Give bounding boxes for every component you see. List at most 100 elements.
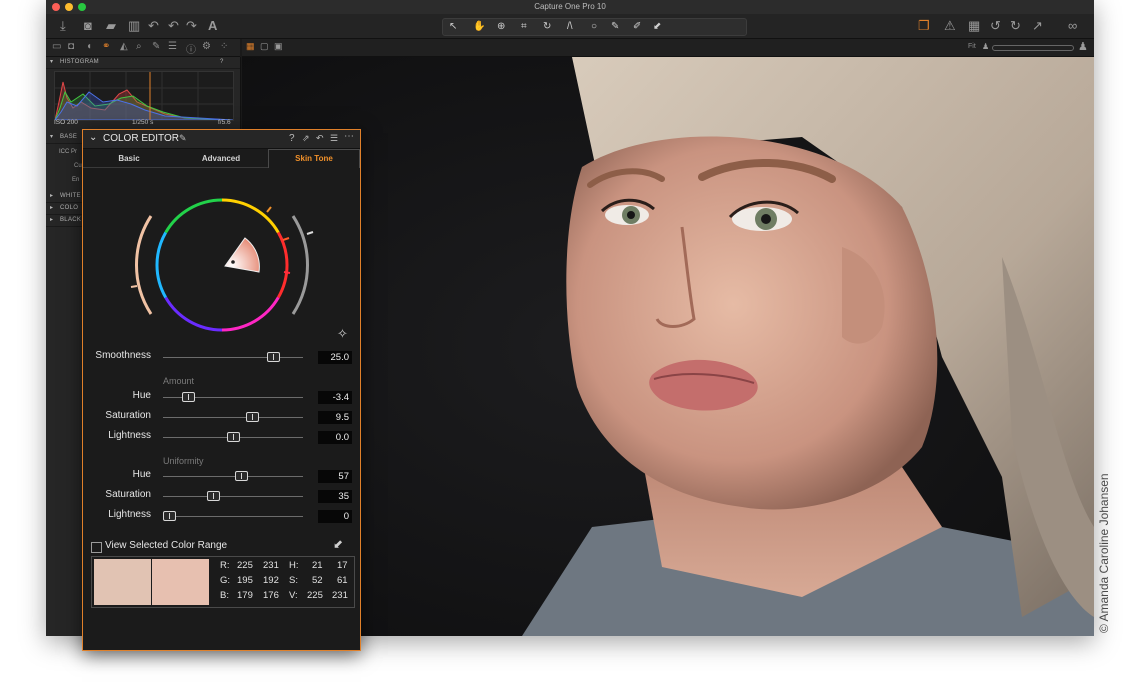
amount-lightness-value[interactable]: 0.0 bbox=[318, 431, 352, 444]
range-picker-icon[interactable]: ⬋ bbox=[333, 537, 343, 551]
undo-icon[interactable]: ↶ bbox=[148, 18, 159, 34]
local-adj-tab-icon[interactable]: ✎ bbox=[152, 41, 160, 52]
amount-saturation-slider[interactable] bbox=[245, 412, 259, 422]
copy-icon[interactable]: ⇗ bbox=[302, 133, 310, 144]
main-toolbar: ⤓ ◙ ▰ ▥ ↶ ↶ ↷ A ↖ ✋ ⊕ ⌗ ↻ /\ ○ ✎ ✐ ⬋ ❐ ⚠… bbox=[46, 14, 1094, 39]
color-editor-panel: ⌄ COLOR EDITOR ✎ ? ⇗ ↶ ☰ ⋯ Basic Advance… bbox=[82, 129, 361, 651]
filmstrip-view-icon[interactable]: ▣ bbox=[274, 41, 283, 52]
picker-icon[interactable]: ⬋ bbox=[653, 19, 661, 35]
tab-basic[interactable]: Basic bbox=[83, 150, 175, 167]
zoom-slider[interactable] bbox=[992, 45, 1074, 51]
uniformity-hue-slider[interactable] bbox=[235, 471, 249, 481]
warning-icon[interactable]: ⚠ bbox=[944, 18, 956, 34]
histogram-iso: ISO 200 bbox=[54, 119, 78, 126]
camera-icon[interactable]: ◙ bbox=[84, 18, 92, 34]
metadata-tab-icon[interactable]: ⓘ bbox=[186, 41, 196, 56]
library-tab-icon[interactable]: ▭ bbox=[52, 41, 61, 52]
tool-tabs: ▭ ◘ ◖ ⚭ ◭ ⌕ ✎ ☰ ⓘ ⚙ ⁘ bbox=[46, 39, 240, 57]
reset-icon[interactable]: ↶ bbox=[316, 133, 324, 144]
icc-profile-label: ICC Pr bbox=[59, 149, 77, 155]
color-editor-header[interactable]: ⌄ COLOR EDITOR ✎ ? ⇗ ↶ ☰ ⋯ bbox=[83, 130, 360, 149]
smoothness-value[interactable]: 25.0 bbox=[318, 351, 352, 364]
rotate-right-icon[interactable]: ↻ bbox=[1010, 18, 1021, 34]
more-icon[interactable]: ⋯ bbox=[344, 131, 354, 142]
capture-tab-icon[interactable]: ◘ bbox=[68, 41, 74, 52]
tab-advanced[interactable]: Advanced bbox=[175, 150, 267, 167]
tab-skin-tone[interactable]: Skin Tone bbox=[268, 149, 360, 168]
help-button[interactable]: ? bbox=[289, 133, 295, 144]
skin-tone-color-wheel[interactable] bbox=[127, 190, 317, 340]
batch-tab-icon[interactable]: ⁘ bbox=[220, 41, 228, 52]
amount-saturation-track[interactable] bbox=[163, 417, 303, 418]
h-label: H: bbox=[289, 560, 299, 571]
uniformity-hue-value[interactable]: 57 bbox=[318, 470, 352, 483]
select-cursor-icon[interactable]: ↖ bbox=[449, 19, 457, 35]
uniformity-saturation-track[interactable] bbox=[163, 496, 303, 497]
b-after-value: 176 bbox=[263, 590, 279, 601]
amount-hue-label: Hue bbox=[132, 390, 151, 401]
amount-hue-slider[interactable] bbox=[182, 392, 196, 402]
color-label: COLO bbox=[60, 205, 79, 211]
histogram-shutter: 1/250 s bbox=[132, 119, 154, 126]
zoom-icon[interactable]: ⊕ bbox=[497, 19, 505, 35]
keystone-icon[interactable]: /\ bbox=[567, 19, 573, 35]
stack-icon[interactable]: ❐ bbox=[918, 18, 930, 34]
grid-icon[interactable]: ▦ bbox=[968, 18, 980, 34]
title-bar: Capture One Pro 10 bbox=[46, 0, 1094, 14]
histogram-header[interactable]: ▾ HISTOGRAM ? bbox=[46, 57, 240, 69]
smoothness-track[interactable] bbox=[163, 357, 303, 358]
uniformity-saturation-value[interactable]: 35 bbox=[318, 490, 352, 503]
eraser-icon[interactable]: ✐ bbox=[633, 19, 641, 35]
uniformity-lightness-label: Lightness bbox=[108, 509, 151, 520]
uniformity-lightness-slider[interactable] bbox=[163, 511, 176, 521]
trash-icon[interactable]: ▥ bbox=[128, 18, 140, 34]
crop-icon[interactable]: ⌗ bbox=[521, 19, 527, 35]
color-editor-title: COLOR EDITOR bbox=[103, 133, 179, 144]
glasses-icon[interactable]: ∞ bbox=[1068, 18, 1077, 34]
list-icon[interactable]: ☰ bbox=[330, 133, 338, 144]
h-after-value: 17 bbox=[337, 560, 348, 571]
lens-tab-icon[interactable]: ◖ bbox=[86, 41, 92, 52]
import-icon[interactable]: ⤓ bbox=[60, 18, 66, 34]
r-label: R: bbox=[220, 560, 230, 571]
undo-alt-icon[interactable]: ↶ bbox=[168, 18, 179, 34]
cursor-tools-group: ↖ ✋ ⊕ ⌗ ↻ /\ ○ ✎ ✐ ⬋ bbox=[442, 18, 747, 36]
v-after-value: 231 bbox=[332, 590, 348, 601]
amount-lightness-label: Lightness bbox=[108, 430, 151, 441]
histogram-label: HISTOGRAM bbox=[60, 59, 99, 65]
smoothness-slider[interactable] bbox=[267, 352, 281, 362]
output-tab-icon[interactable]: ⚙ bbox=[202, 41, 211, 52]
grid-view-icon[interactable]: ▦ bbox=[246, 41, 255, 52]
adjustments-tab-icon[interactable]: ☰ bbox=[168, 41, 177, 52]
black-label: BLACK bbox=[60, 217, 82, 223]
expand-icon[interactable]: ↗ bbox=[1032, 18, 1043, 34]
rotate-left-icon[interactable]: ↺ bbox=[990, 18, 1001, 34]
details-tab-icon[interactable]: ⌕ bbox=[136, 41, 142, 52]
uniformity-hue-track[interactable] bbox=[163, 476, 303, 477]
curve-label: Cu bbox=[74, 163, 82, 169]
image-viewer[interactable] bbox=[242, 57, 1094, 636]
chevron-down-icon[interactable]: ⌄ bbox=[89, 132, 97, 143]
redo-icon[interactable]: ↷ bbox=[186, 18, 197, 34]
amount-hue-value[interactable]: -3.4 bbox=[318, 391, 352, 404]
rotate-icon[interactable]: ↻ bbox=[543, 19, 551, 35]
histogram-help[interactable]: ? bbox=[220, 57, 223, 68]
uniformity-lightness-value[interactable]: 0 bbox=[318, 510, 352, 523]
color-tab-icon[interactable]: ⚭ bbox=[102, 41, 110, 52]
folder-icon[interactable]: ▰ bbox=[106, 18, 116, 34]
white-label: WHITE bbox=[60, 193, 81, 199]
amount-lightness-slider[interactable] bbox=[226, 432, 240, 442]
exposure-tab-icon[interactable]: ◭ bbox=[120, 41, 128, 52]
r-before-value: 225 bbox=[237, 560, 253, 571]
spot-icon[interactable]: ○ bbox=[591, 19, 597, 35]
g-before-value: 195 bbox=[237, 575, 253, 586]
single-view-icon[interactable]: ▢ bbox=[260, 41, 269, 52]
pan-hand-icon[interactable]: ✋ bbox=[473, 19, 485, 35]
color-picker-icon[interactable]: ✧ bbox=[337, 326, 348, 342]
uniformity-lightness-track[interactable] bbox=[163, 516, 303, 517]
uniformity-saturation-slider[interactable] bbox=[207, 491, 221, 501]
view-selected-range-checkbox[interactable] bbox=[91, 542, 102, 553]
amount-saturation-value[interactable]: 9.5 bbox=[318, 411, 352, 424]
text-tool-icon[interactable]: A bbox=[208, 18, 217, 34]
brush-icon[interactable]: ✎ bbox=[611, 19, 619, 35]
